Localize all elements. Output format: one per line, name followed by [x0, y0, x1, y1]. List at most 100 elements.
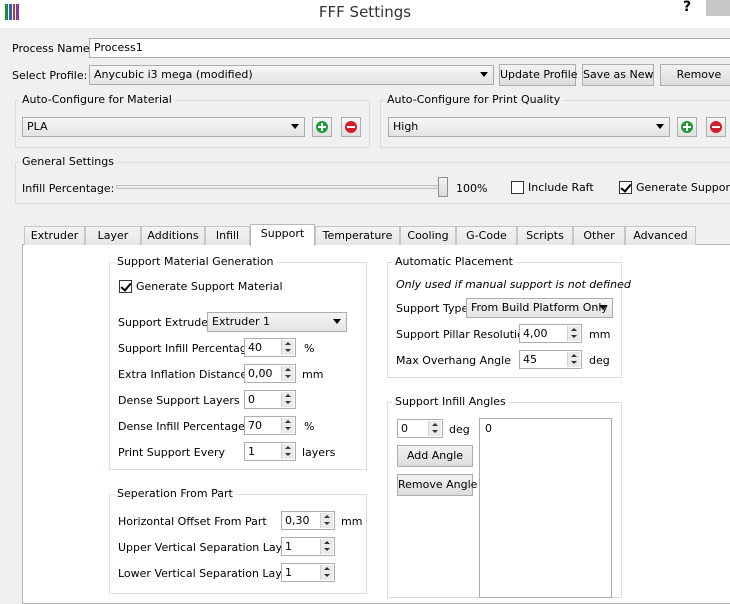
plus-icon: [316, 121, 328, 133]
print-support-every-unit: layers: [302, 446, 336, 459]
support-generation-title: Support Material Generation: [114, 255, 277, 268]
tab-support[interactable]: Support: [250, 224, 315, 246]
spin-arrows-icon[interactable]: [281, 340, 294, 355]
generate-support-checkbox[interactable]: [619, 181, 632, 194]
spin-arrows-icon[interactable]: [281, 366, 294, 381]
max-overhang-label: Max Overhang Angle: [396, 354, 511, 367]
select-profile-label: Select Profile:: [12, 69, 88, 82]
support-type-select[interactable]: From Build Platform Only: [466, 298, 613, 318]
print-support-every-spinbox[interactable]: 1: [244, 442, 296, 461]
spin-arrows-icon[interactable]: [320, 565, 333, 580]
spin-arrows-icon[interactable]: [281, 392, 294, 407]
separation-title: Seperation From Part: [114, 487, 236, 500]
material-select[interactable]: PLA: [22, 117, 305, 137]
remove-material-button[interactable]: [341, 117, 361, 137]
pillar-resolution-spinbox[interactable]: 4,00: [519, 324, 582, 343]
spin-arrows-icon[interactable]: [567, 326, 580, 341]
save-as-new-button[interactable]: Save as New: [582, 64, 654, 86]
add-angle-button[interactable]: Add Angle: [397, 445, 473, 467]
dense-support-layers-spinbox[interactable]: 0: [244, 390, 296, 409]
support-extruder-label: Support Extruder: [118, 316, 213, 329]
spin-arrows-icon[interactable]: [281, 418, 294, 433]
help-button[interactable]: ?: [683, 0, 691, 15]
pillar-resolution-unit: mm: [589, 328, 611, 341]
horizontal-offset-value: 0,30: [285, 514, 310, 527]
support-infill-percentage-unit: %: [304, 342, 315, 355]
general-settings-title: General Settings: [19, 155, 117, 168]
print-support-every-label: Print Support Every: [118, 446, 226, 459]
plus-icon: [681, 121, 693, 133]
support-type-value: From Build Platform Only: [471, 301, 608, 314]
horizontal-offset-unit: mm: [341, 515, 363, 528]
add-quality-button[interactable]: [677, 117, 697, 137]
spin-arrows-icon[interactable]: [320, 513, 333, 528]
support-extruder-select[interactable]: Extruder 1: [207, 312, 347, 332]
tab-scripts[interactable]: Scripts: [517, 226, 573, 245]
list-item[interactable]: 0: [485, 422, 606, 435]
quality-group-title: Auto-Configure for Print Quality: [384, 93, 564, 106]
infill-percentage-value: 100%: [456, 182, 488, 195]
spin-arrows-icon[interactable]: [567, 352, 580, 367]
support-infill-percentage-value: 40: [248, 341, 262, 354]
add-material-button[interactable]: [312, 117, 332, 137]
tab-other[interactable]: Other: [573, 226, 625, 245]
infill-slider-handle[interactable]: [438, 177, 448, 197]
tab-extruder[interactable]: Extruder: [24, 226, 85, 245]
support-extruder-value: Extruder 1: [212, 315, 271, 328]
generate-support-material-checkbox[interactable]: [119, 280, 132, 293]
extra-inflation-spinbox[interactable]: 0,00: [244, 364, 296, 383]
max-overhang-spinbox[interactable]: 45: [519, 350, 582, 369]
infill-percentage-label: Infill Percentage:: [22, 182, 115, 195]
lower-separation-spinbox[interactable]: 1: [281, 563, 335, 582]
remove-quality-button[interactable]: [706, 117, 726, 137]
update-profile-button[interactable]: Update Profile: [499, 64, 578, 86]
upper-separation-spinbox[interactable]: 1: [281, 537, 335, 556]
extra-inflation-unit: mm: [302, 368, 324, 381]
infill-angle-unit: deg: [449, 423, 470, 436]
chevron-down-icon: [656, 124, 664, 129]
tab-temperature[interactable]: Temperature: [315, 226, 400, 245]
horizontal-offset-spinbox[interactable]: 0,30: [281, 511, 335, 530]
extra-inflation-label: Extra Inflation Distance: [118, 368, 248, 381]
pillar-resolution-value: 4,00: [523, 327, 548, 340]
extra-inflation-value: 0,00: [248, 367, 273, 380]
spin-arrows-icon[interactable]: [428, 421, 441, 436]
quality-select[interactable]: High: [388, 117, 670, 137]
support-infill-percentage-spinbox[interactable]: 40: [244, 338, 296, 357]
tab-gcode[interactable]: G-Code: [456, 226, 517, 245]
infill-slider-track[interactable]: [116, 185, 448, 189]
remove-angle-button[interactable]: Remove Angle: [397, 474, 477, 496]
tab-advanced[interactable]: Advanced: [625, 226, 696, 245]
spin-arrows-icon[interactable]: [320, 539, 333, 554]
process-name-input[interactable]: Process1: [89, 38, 730, 58]
close-button[interactable]: [706, 0, 730, 16]
tab-infill[interactable]: Infill: [205, 226, 250, 245]
support-infill-percentage-label: Support Infill Percentage: [118, 342, 254, 355]
dense-infill-percentage-label: Dense Infill Percentage: [118, 420, 245, 433]
infill-angles-list[interactable]: 0: [479, 418, 612, 598]
remove-profile-button[interactable]: Remove: [660, 64, 730, 86]
include-raft-checkbox[interactable]: [511, 181, 524, 194]
upper-separation-value: 1: [285, 540, 292, 553]
support-type-label: Support Type: [396, 302, 469, 315]
spin-arrows-icon[interactable]: [281, 444, 294, 459]
chevron-down-icon: [480, 72, 488, 77]
infill-angle-spinbox[interactable]: 0: [397, 419, 443, 438]
print-support-every-value: 1: [248, 445, 255, 458]
pillar-resolution-label: Support Pillar Resolution: [396, 328, 531, 341]
tab-additions[interactable]: Additions: [141, 226, 205, 245]
dense-infill-percentage-value: 70: [248, 419, 262, 432]
dense-infill-percentage-spinbox[interactable]: 70: [244, 416, 296, 435]
support-infill-angles-title: Support Infill Angles: [392, 395, 509, 408]
generate-support-label: Generate Support: [636, 181, 730, 194]
minus-icon: [710, 121, 722, 133]
include-raft-label: Include Raft: [528, 181, 594, 194]
profile-select[interactable]: Anycubic i3 mega (modified): [89, 65, 494, 85]
lower-separation-label: Lower Vertical Separation Layers: [118, 567, 299, 580]
horizontal-offset-label: Horizontal Offset From Part: [118, 515, 267, 528]
automatic-placement-note: Only used if manual support is not defin…: [396, 278, 631, 291]
tab-layer[interactable]: Layer: [85, 226, 141, 245]
dense-infill-percentage-unit: %: [304, 420, 315, 433]
tab-cooling[interactable]: Cooling: [400, 226, 456, 245]
automatic-placement-title: Automatic Placement: [392, 255, 516, 268]
